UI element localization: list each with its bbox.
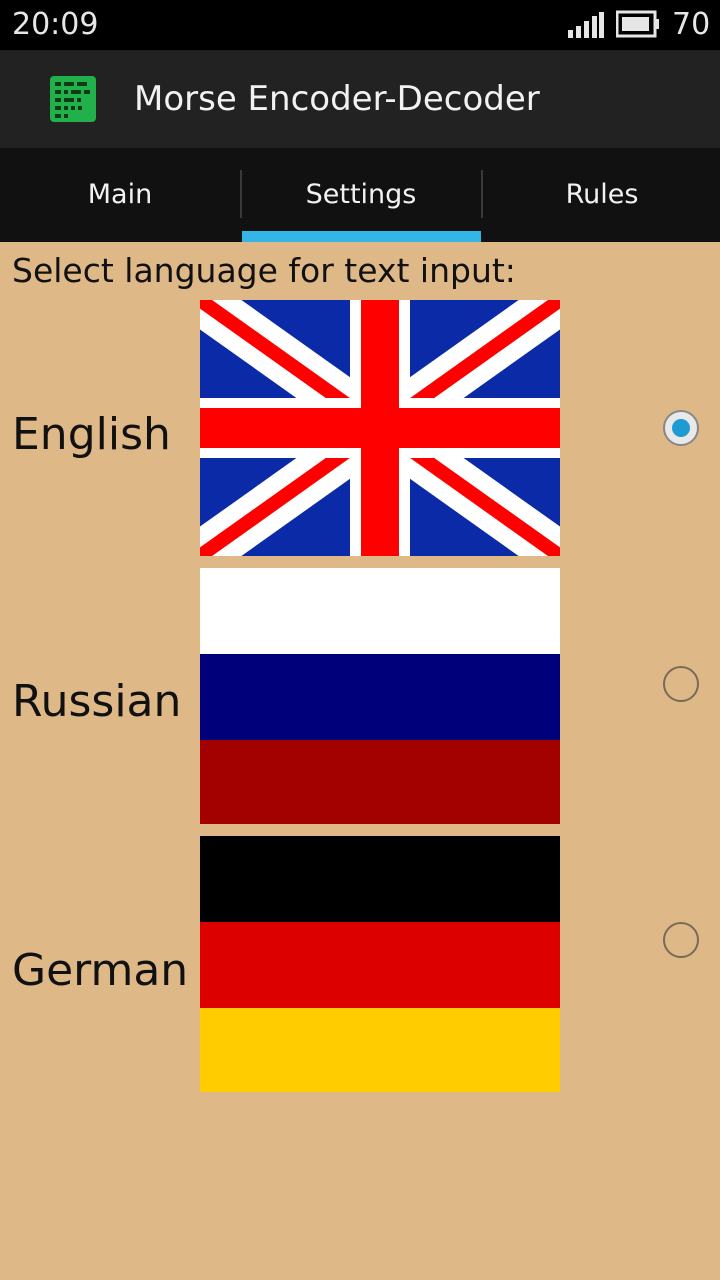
language-option-german[interactable]: German [0,836,720,1092]
russian-radio-button[interactable] [663,666,699,702]
language-label: Russian [12,676,182,727]
selected-tab-indicator [242,231,481,242]
tab-bar: Main Settings Rules [0,148,720,242]
status-time: 20:09 [12,7,99,42]
german-radio-button[interactable] [663,922,699,958]
tab-settings[interactable]: Settings [241,148,481,242]
tab-main[interactable]: Main [0,148,240,242]
radio-selected-dot [672,419,690,437]
language-label: English [12,409,171,460]
language-option-russian[interactable]: Russian [0,568,720,824]
language-label: German [12,945,189,996]
uk-flag-image [200,300,560,556]
english-radio-button[interactable] [663,410,699,446]
tab-rules[interactable]: Rules [482,148,720,242]
action-bar: Morse Encoder-Decoder [0,50,720,148]
status-bar: 20:09 70 [0,0,720,50]
language-prompt: Select language for text input: [12,251,516,290]
signal-icon [568,12,604,38]
russia-flag-image [200,568,560,824]
battery-level: 70 [672,7,711,42]
germany-flag-image [200,836,560,1092]
morse-app-icon[interactable] [50,76,96,122]
battery-icon [616,10,659,38]
language-option-english[interactable]: English [0,300,720,556]
app-title: Morse Encoder-Decoder [134,79,540,119]
